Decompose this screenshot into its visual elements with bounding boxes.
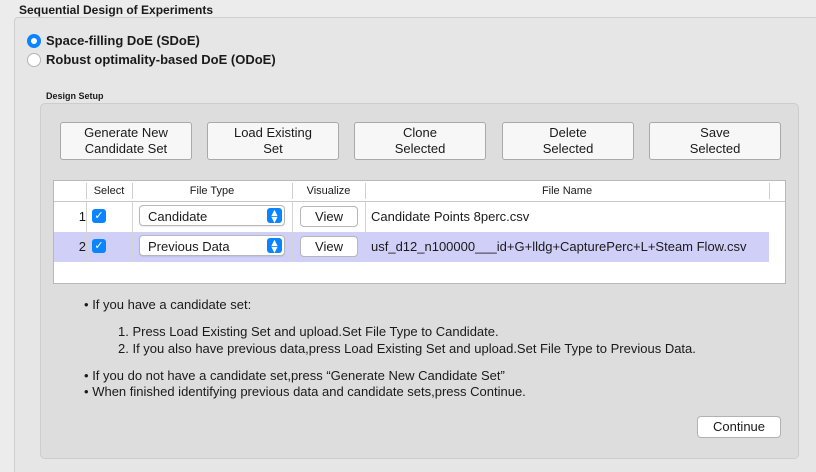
generate-new-candidate-set-button[interactable]: Generate New Candidate Set <box>60 122 192 160</box>
radio-odoe[interactable]: Robust optimality-based DoE (ODoE) <box>27 52 276 67</box>
chevron-updown-icon: ▲ ▼ <box>267 238 282 254</box>
table-header: Select File Type Visualize File Name <box>54 181 785 202</box>
bullet-icon: • <box>84 368 89 383</box>
design-setup-title: Design Setup <box>46 91 104 101</box>
instruction-text: If you have a candidate set: <box>92 297 252 312</box>
instruction-step: 1. Press Load Existing Set and upload.Se… <box>118 324 499 339</box>
column-header-select[interactable]: Select <box>86 185 132 197</box>
checkmark-icon[interactable]: ✓ <box>92 209 106 223</box>
view-button[interactable]: View <box>300 236 358 257</box>
instruction-bullet: • If you do not have a candidate set,pre… <box>84 368 505 383</box>
radio-unselected-icon[interactable] <box>27 52 41 67</box>
column-divider <box>769 183 770 199</box>
delete-selected-button[interactable]: Delete Selected <box>502 122 634 160</box>
column-divider <box>365 232 366 262</box>
column-divider <box>292 232 293 262</box>
row-number: 2 <box>78 239 86 254</box>
instruction-text: If you do not have a candidate set,press… <box>92 368 505 383</box>
instruction-step: 2. If you also have previous data,press … <box>118 341 696 356</box>
continue-button[interactable]: Continue <box>697 416 781 438</box>
bullet-icon: • <box>84 384 89 399</box>
file-type-value: Previous Data <box>148 239 230 254</box>
radio-odoe-label: Robust optimality-based DoE (ODoE) <box>46 52 276 67</box>
table-row-selected[interactable]: 2 ✓ Previous Data ▲ ▼ View usf_d12_n10000… <box>54 232 769 262</box>
chevron-updown-icon: ▲ ▼ <box>267 208 282 224</box>
column-divider <box>86 232 87 262</box>
table-row[interactable]: 1 ✓ Candidate ▲ ▼ View Candidate Points 8… <box>54 202 769 232</box>
panel-title: Sequential Design of Experiments <box>19 3 214 17</box>
column-divider <box>292 202 293 232</box>
checkmark-icon[interactable]: ✓ <box>92 239 106 253</box>
column-divider <box>365 202 366 232</box>
files-table[interactable]: Select File Type Visualize File Name 1 ✓… <box>53 180 786 284</box>
instruction-text: When finished identifying previous data … <box>92 384 526 399</box>
instruction-bullet: • When finished identifying previous dat… <box>84 384 526 399</box>
column-divider <box>132 202 133 232</box>
row-number: 1 <box>78 209 86 224</box>
column-header-visualize[interactable]: Visualize <box>292 185 365 197</box>
file-name-cell[interactable]: Candidate Points 8perc.csv <box>371 209 529 224</box>
load-existing-set-button[interactable]: Load Existing Set <box>207 122 339 160</box>
column-header-file-name[interactable]: File Name <box>365 185 769 197</box>
radio-sdoe-label: Space-filling DoE (SDoE) <box>46 33 200 48</box>
column-header-file-type[interactable]: File Type <box>132 185 292 197</box>
bullet-icon: • <box>84 297 89 312</box>
file-type-select[interactable]: Candidate ▲ ▼ <box>139 205 285 226</box>
view-button[interactable]: View <box>300 206 358 227</box>
save-selected-button[interactable]: Save Selected <box>649 122 781 160</box>
radio-sdoe[interactable]: Space-filling DoE (SDoE) <box>27 33 200 48</box>
file-name-cell[interactable]: usf_d12_n100000___id+G+lldg+CapturePerc+… <box>371 239 746 254</box>
instruction-bullet: • If you have a candidate set: <box>84 297 251 312</box>
column-divider <box>132 232 133 262</box>
column-divider <box>86 202 87 232</box>
radio-selected-icon[interactable] <box>27 33 41 48</box>
file-type-value: Candidate <box>148 209 208 224</box>
file-type-select[interactable]: Previous Data ▲ ▼ <box>139 235 285 256</box>
clone-selected-button[interactable]: Clone Selected <box>354 122 486 160</box>
